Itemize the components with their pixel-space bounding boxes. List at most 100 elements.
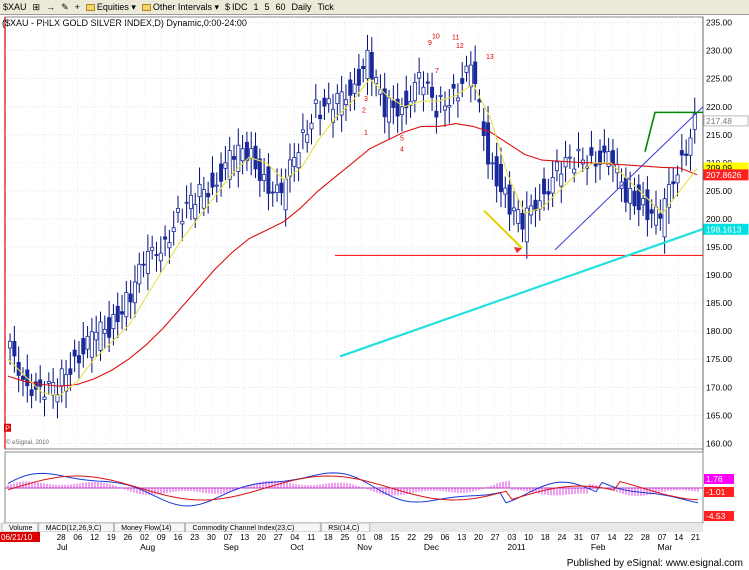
- price-tick-label: 200.00: [706, 214, 732, 224]
- date-tick-label: 13: [240, 533, 249, 542]
- candle-body: [313, 99, 318, 104]
- candle-body: [567, 156, 572, 159]
- date-tick-label: 20: [474, 533, 483, 542]
- candle-body: [430, 86, 435, 98]
- month-label: Dec: [424, 542, 440, 552]
- candle-body: [76, 355, 81, 364]
- candle-body: [158, 252, 163, 262]
- price-tick-label: 160.00: [706, 438, 732, 448]
- indicator-tab[interactable]: Volume: [1, 522, 39, 533]
- price-chart[interactable]: ($XAU - PHLX GOLD SILVER INDEX,D) Dynami…: [0, 15, 749, 555]
- toolbar-item-2[interactable]: ✎: [61, 2, 69, 12]
- date-tick-label: 08: [374, 533, 383, 542]
- candle-body: [645, 189, 650, 221]
- month-label: Feb: [591, 542, 606, 552]
- candle-body: [253, 145, 258, 170]
- candle-body: [214, 184, 219, 187]
- toolbar-item-6[interactable]: $ IDC: [225, 2, 248, 12]
- count-annotation: 10: [432, 33, 440, 40]
- count-annotation: 4: [400, 147, 404, 154]
- chart-toolbar: $XAU ⊞ → ✎ + Equities ▾ Other Intervals ▾ $ IDC 1…: [0, 0, 749, 15]
- candle-body: [98, 321, 103, 351]
- candle-body: [266, 166, 271, 194]
- candle-body: [511, 207, 516, 212]
- candle-body: [641, 198, 646, 206]
- candle-body: [72, 349, 77, 357]
- toolbar-item-5[interactable]: Other Intervals ▾: [141, 1, 219, 13]
- esignal-watermark: © eSignal, 2010: [6, 439, 49, 446]
- month-label: Nov: [357, 542, 373, 552]
- candle-body: [563, 157, 568, 168]
- price-tick-label: 215.00: [706, 130, 732, 140]
- candle-body: [658, 213, 663, 219]
- date-tick-label: 22: [407, 533, 416, 542]
- candle-body: [649, 209, 654, 214]
- toolbar-item-7[interactable]: 1: [253, 2, 258, 12]
- toolbar-label: 60: [275, 2, 286, 12]
- toolbar-label: 1: [253, 2, 259, 12]
- candle-body: [287, 159, 292, 177]
- candle-body: [171, 227, 176, 233]
- candle-body: [180, 220, 185, 225]
- count-annotation: 13: [486, 54, 494, 61]
- candle-body: [193, 204, 198, 220]
- toolbar-item-4[interactable]: Equities ▾: [85, 2, 136, 13]
- indicator-tab[interactable]: Money Flow(14): [114, 522, 185, 533]
- toolbar-item-9[interactable]: 60: [276, 2, 286, 12]
- price-tick-label: 165.00: [706, 410, 732, 420]
- date-tick-label: 27: [491, 533, 500, 542]
- candle-body: [576, 148, 581, 152]
- candle-body: [460, 78, 465, 84]
- indicator-tab[interactable]: MACD(12,26,9,C): [38, 522, 114, 533]
- indicator-tab-label: Money Flow(14): [121, 525, 171, 532]
- candle-body: [128, 293, 133, 303]
- arrow-icon: →: [46, 1, 56, 12]
- toolbar-item-8[interactable]: 5: [265, 2, 270, 12]
- price-tick-label: 190.00: [706, 270, 732, 280]
- candle-body: [154, 254, 159, 256]
- candle-body: [442, 105, 447, 111]
- toolbar-item-10[interactable]: Daily: [292, 2, 312, 12]
- date-tick-label: 12: [90, 533, 99, 542]
- toolbar-item-11[interactable]: Tick: [318, 2, 334, 12]
- toolbar-label: Other Intervals ▾: [152, 1, 219, 12]
- candle-body: [684, 153, 689, 156]
- candle-body: [490, 162, 495, 165]
- indicator-tab-label: RSI(14,C): [328, 525, 359, 532]
- count-annotation: 5: [400, 135, 404, 142]
- candle-body: [391, 100, 396, 108]
- candle-body: [451, 83, 456, 89]
- candle-body: [486, 122, 491, 165]
- candle-body: [473, 61, 478, 84]
- candle-body: [107, 317, 112, 338]
- toolbar-item-1[interactable]: →: [46, 1, 56, 12]
- candle-body: [361, 66, 366, 70]
- candle-body: [546, 191, 551, 195]
- date-tick-label: 07: [658, 533, 667, 542]
- candle-body: [145, 250, 150, 274]
- candle-body: [468, 64, 473, 88]
- candle-body: [150, 246, 155, 251]
- candle-body: [559, 173, 564, 187]
- indicator-tab[interactable]: RSI(14,C): [320, 522, 371, 533]
- candle-body: [503, 187, 508, 195]
- candle-body: [51, 382, 56, 396]
- date-tick-label: 23: [190, 533, 199, 542]
- symbol-label[interactable]: $XAU: [3, 2, 27, 12]
- toolbar-item-0[interactable]: ⊞: [32, 1, 41, 12]
- date-tick-label: 30: [207, 533, 216, 542]
- p-marker-label: P: [5, 425, 10, 432]
- folder-icon: [141, 3, 151, 11]
- toolbar-item-3[interactable]: +: [75, 2, 80, 12]
- indicator-tab[interactable]: Commodity Channel Index(23,C): [185, 522, 321, 533]
- price-tick-label: 195.00: [706, 242, 732, 252]
- candle-body: [197, 183, 202, 198]
- pin-icon: ⊞: [32, 1, 41, 12]
- count-annotation: 12: [456, 43, 464, 50]
- candle-body: [387, 97, 392, 123]
- candle-body: [326, 98, 331, 105]
- candle-body: [12, 340, 17, 357]
- candle-body: [167, 242, 172, 249]
- date-tick-label: 24: [557, 533, 566, 542]
- date-tick-label: 28: [641, 533, 650, 542]
